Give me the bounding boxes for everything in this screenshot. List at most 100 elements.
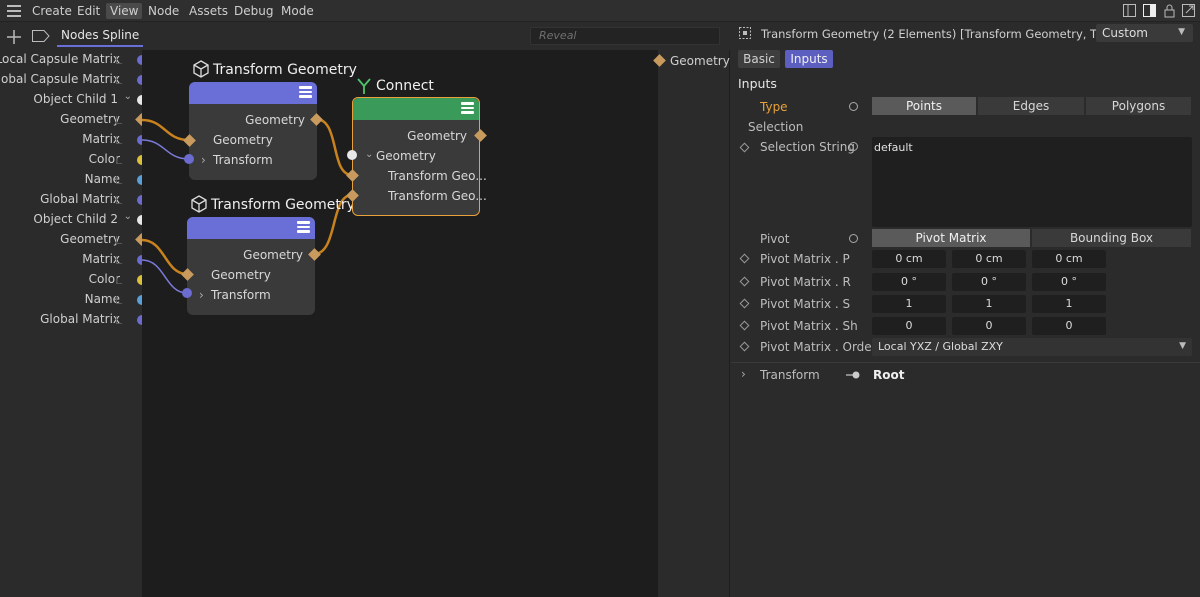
pivot-r-z-field[interactable]: 0 ° <box>1032 273 1106 291</box>
layout-left-icon[interactable] <box>1122 3 1138 19</box>
input-port-label: Global Matrix <box>40 312 120 326</box>
pivot-sh-z-field[interactable]: 0 <box>1032 317 1106 335</box>
selection-icon <box>739 27 751 39</box>
connect-input-geometry: Geometry <box>376 149 436 163</box>
chevron-right-icon[interactable]: › <box>741 367 746 381</box>
menu-assets[interactable]: Assets <box>185 3 232 19</box>
input-port-label: Global Capsule Matrix <box>0 72 120 86</box>
reveal-search-input[interactable]: Reveal <box>530 27 720 45</box>
node-header[interactable] <box>353 98 479 120</box>
pivot-p-label: Pivot Matrix . P <box>760 252 850 266</box>
node-title-tg2: Transform Geometry <box>211 197 355 213</box>
keyframe-diamond-icon[interactable] <box>739 142 750 153</box>
connect-in-geo-port[interactable] <box>347 150 357 160</box>
node-transform-geometry-1[interactable]: Geometry Geometry › Transform <box>189 82 317 180</box>
tree-branch-line <box>116 316 122 324</box>
node-menu-icon[interactable] <box>297 221 310 234</box>
new-window-icon[interactable] <box>1181 3 1197 19</box>
type-points-button[interactable]: Points <box>872 97 977 115</box>
pivot-sh-x-field[interactable]: 0 <box>872 317 946 335</box>
keyframe-diamond-icon[interactable] <box>739 320 750 331</box>
pivot-sh-y-field[interactable]: 0 <box>952 317 1026 335</box>
layout-right-icon[interactable] <box>1142 3 1158 19</box>
pivot-label: Pivot <box>760 232 790 246</box>
tag-icon[interactable] <box>31 29 51 43</box>
node-transform-geometry-2[interactable]: Geometry Geometry › Transform <box>187 217 315 315</box>
menu-debug[interactable]: Debug <box>230 3 277 19</box>
attribute-header-title: Transform Geometry (2 Elements) [Transfo… <box>761 27 1096 41</box>
pivot-p-z-field[interactable]: 0 cm <box>1032 250 1106 268</box>
tree-branch-line <box>116 276 122 284</box>
transform-geometry-icon <box>193 60 209 78</box>
selection-string-label: Selection String <box>760 140 855 154</box>
type-animate-icon[interactable] <box>849 102 858 111</box>
preset-dropdown[interactable]: Custom ▼ <box>1096 24 1193 42</box>
chevron-right-icon[interactable]: › <box>199 288 204 302</box>
tab-nodes-spline[interactable]: Nodes Spline <box>57 28 144 47</box>
menu-edit[interactable]: Edit <box>73 3 104 19</box>
chevron-down-icon[interactable]: ⌄ <box>124 91 132 102</box>
type-polygons-button[interactable]: Polygons <box>1086 97 1192 115</box>
keyframe-diamond-icon[interactable] <box>739 253 750 264</box>
pivot-order-value: Local YXZ / Global ZXY <box>878 340 1003 353</box>
pivot-p-x-field[interactable]: 0 cm <box>872 250 946 268</box>
menubar: Create Edit View Node Assets Debug Mode <box>0 0 1200 22</box>
input-port-label: Global Matrix <box>40 192 120 206</box>
type-label: Type <box>760 100 788 114</box>
menu-create[interactable]: Create <box>28 3 76 19</box>
input-port-label: Geometry <box>60 112 120 126</box>
menu-mode[interactable]: Mode <box>277 3 318 19</box>
add-icon[interactable] <box>5 28 23 46</box>
connect-child-1: Transform Geo... <box>388 169 487 183</box>
input-port-label: Object Child 2 <box>33 212 118 226</box>
tree-branch-line <box>116 256 122 264</box>
hamburger-menu-icon[interactable] <box>7 5 21 17</box>
node-header[interactable] <box>189 82 317 104</box>
pivot-animate-icon[interactable] <box>849 234 858 243</box>
pivot-order-dropdown[interactable]: Local YXZ / Global ZXY ▼ <box>872 338 1192 356</box>
pivot-r-x-field[interactable]: 0 ° <box>872 273 946 291</box>
node-menu-icon[interactable] <box>461 102 474 115</box>
node-menu-icon[interactable] <box>299 86 312 99</box>
selection-string-animate-icon[interactable] <box>849 142 858 151</box>
pivot-r-y-field[interactable]: 0 ° <box>952 273 1026 291</box>
tg1-in-transform-port[interactable] <box>184 154 194 164</box>
tree-branch-line <box>116 116 122 124</box>
lock-icon[interactable] <box>1162 3 1178 19</box>
tg1-input-transform: Transform <box>213 153 273 167</box>
pivot-matrix-button[interactable]: Pivot Matrix <box>872 229 1031 247</box>
menu-view[interactable]: View <box>106 3 143 19</box>
pivot-s-x-field[interactable]: 1 <box>872 295 946 313</box>
tree-branch-line <box>116 76 122 84</box>
tg2-in-transform-port[interactable] <box>182 288 192 298</box>
chevron-down-icon[interactable]: ⌄ <box>365 149 373 160</box>
tree-branch-line <box>116 176 122 184</box>
bounding-box-button[interactable]: Bounding Box <box>1032 229 1192 247</box>
pivot-p-y-field[interactable]: 0 cm <box>952 250 1026 268</box>
tree-branch-line <box>116 136 122 144</box>
pivot-s-y-field[interactable]: 1 <box>952 295 1026 313</box>
node-connect[interactable]: Geometry ⌄ Geometry Transform Geo... Tra… <box>352 97 487 216</box>
tab-inputs[interactable]: Inputs <box>785 50 833 68</box>
input-port-label: Matrix <box>82 252 120 266</box>
output-geometry-label: Geometry <box>670 54 730 68</box>
keyframe-diamond-icon[interactable] <box>739 298 750 309</box>
type-edges-button[interactable]: Edges <box>978 97 1085 115</box>
chevron-down-icon[interactable]: ⌄ <box>124 211 132 222</box>
menu-node[interactable]: Node <box>144 3 183 19</box>
input-port-label: Object Child 1 <box>33 92 118 106</box>
node-title-tg1: Transform Geometry <box>213 62 357 78</box>
dropdown-arrow-icon: ▼ <box>1179 341 1186 351</box>
section-title-inputs: Inputs <box>738 76 777 91</box>
keyframe-diamond-icon[interactable] <box>739 276 750 287</box>
connect-icon <box>357 78 371 94</box>
input-port-label: Geometry <box>60 232 120 246</box>
tab-basic[interactable]: Basic <box>738 50 780 68</box>
chevron-right-icon[interactable]: › <box>201 153 206 167</box>
keyframe-diamond-icon[interactable] <box>739 341 750 352</box>
selection-string-textarea[interactable]: default <box>872 137 1192 227</box>
port-connected-icon[interactable] <box>845 369 861 381</box>
pivot-s-z-field[interactable]: 1 <box>1032 295 1106 313</box>
tg1-input-geometry: Geometry <box>213 133 273 147</box>
node-header[interactable] <box>187 217 315 239</box>
